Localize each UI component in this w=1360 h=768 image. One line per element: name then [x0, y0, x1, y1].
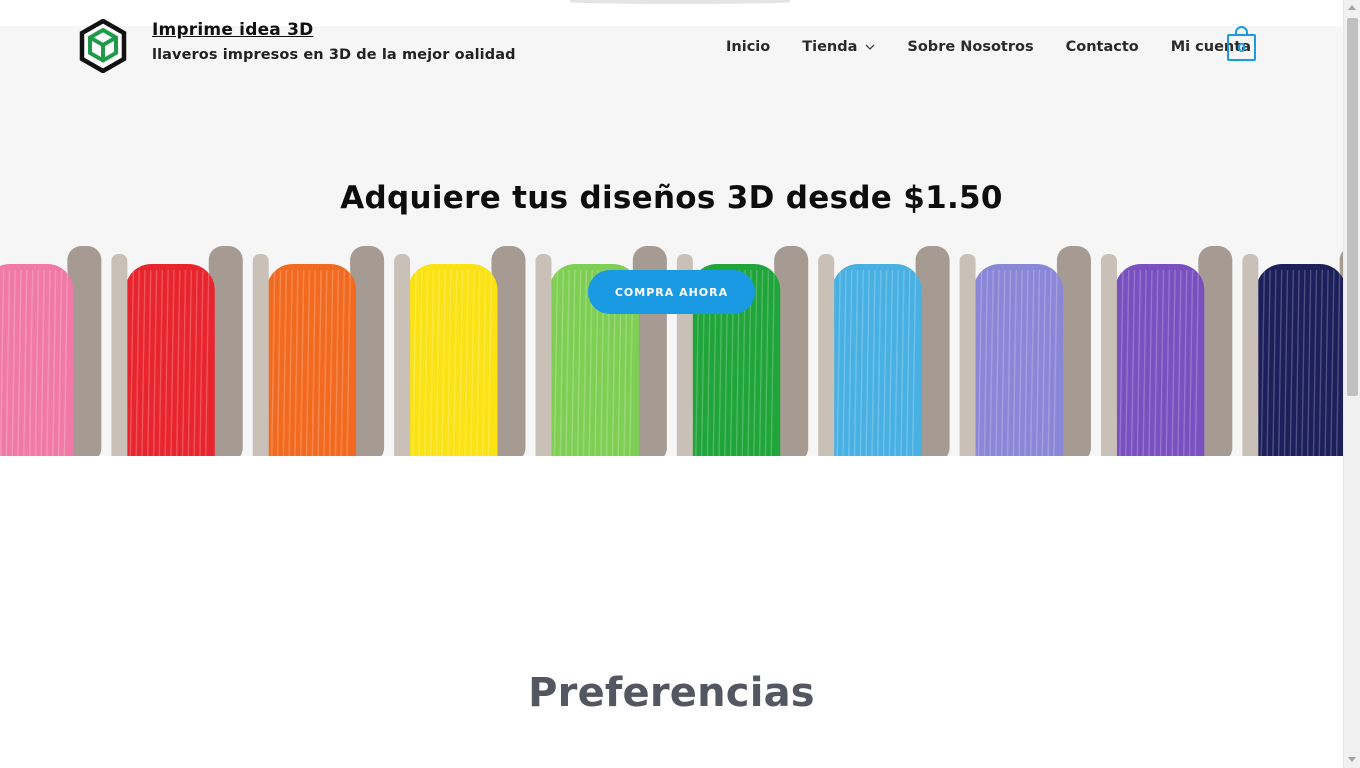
filament-spool — [394, 246, 526, 456]
scroll-down-arrow-icon[interactable] — [1348, 757, 1356, 762]
cart-box: 0 — [1227, 34, 1256, 61]
main-nav: Inicio Tienda Sobre Nosotros Contacto Mi… — [726, 36, 1251, 58]
filament-spool — [111, 246, 243, 456]
section-title-preferencias: Preferencias — [528, 670, 815, 716]
page-scrollbar[interactable] — [1343, 0, 1360, 768]
cart-count: 0 — [1237, 40, 1246, 55]
nav-item-tienda[interactable]: Tienda — [802, 39, 875, 55]
filament-spool — [0, 246, 102, 456]
hexagon-cube-logo-icon — [79, 18, 127, 74]
filament-spool — [818, 246, 950, 456]
hero-title: Adquiere tus diseños 3D desde $1.50 — [340, 180, 1003, 216]
site-tagline: llaveros impresos en 3D de la mejor oali… — [152, 47, 516, 63]
shop-now-button[interactable]: Compra ahora — [588, 270, 755, 314]
chevron-down-icon — [865, 44, 875, 50]
page: Adquiere tus diseños 3D desde $1.50 Comp… — [0, 0, 1360, 768]
nav-item-sobre-nosotros[interactable]: Sobre Nosotros — [907, 39, 1033, 55]
cart-button[interactable]: 0 — [1227, 26, 1256, 62]
nav-item-contacto[interactable]: Contacto — [1066, 39, 1139, 55]
filament-spool — [252, 246, 385, 456]
filament-spool — [959, 246, 1091, 456]
filament-spool — [1242, 250, 1343, 456]
nav-item-tienda-label: Tienda — [802, 39, 858, 55]
site-title-link[interactable]: Imprime idea 3D — [152, 20, 313, 40]
site-header: Imprime idea 3D llaveros impresos en 3D … — [0, 0, 1343, 92]
scroll-up-arrow-icon[interactable] — [1348, 5, 1356, 10]
nav-item-inicio[interactable]: Inicio — [726, 39, 770, 55]
filament-spool — [1100, 246, 1233, 456]
scrollbar-thumb[interactable] — [1347, 18, 1358, 396]
site-logo[interactable] — [79, 18, 127, 74]
